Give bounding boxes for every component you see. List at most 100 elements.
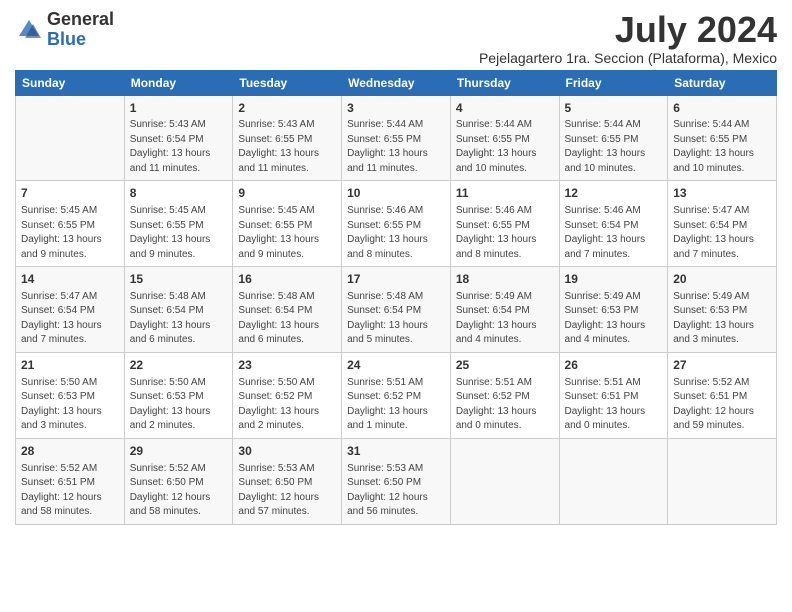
week-row-2: 7 Sunrise: 5:45 AMSunset: 6:55 PMDaylight… bbox=[16, 181, 777, 267]
logo: General Blue bbox=[15, 10, 114, 50]
week-row-4: 21Sunrise: 5:50 AMSunset: 6:53 PMDayligh… bbox=[16, 352, 777, 438]
calendar-cell: 28 Sunrise: 5:52 AMSunset: 6:51 PMDayligh… bbox=[16, 438, 125, 524]
header-cell-thursday: Thursday bbox=[450, 70, 559, 95]
calendar-cell: 25 Sunrise: 5:51 AMSunset: 6:52 PMDayligh… bbox=[450, 352, 559, 438]
calendar-cell: 13 Sunrise: 5:47 AMSunset: 6:54 PMDayligh… bbox=[668, 181, 777, 267]
day-info: Sunrise: 5:50 AMSunset: 6:53 PMDaylight:… bbox=[21, 376, 119, 434]
day-info: Sunrise: 5:51 AMSunset: 6:52 PMDaylight:… bbox=[456, 376, 554, 434]
day-info: Sunrise: 5:46 AMSunset: 6:54 PMDaylight:… bbox=[565, 204, 663, 262]
day-number: 29 bbox=[130, 443, 228, 460]
header-cell-tuesday: Tuesday bbox=[233, 70, 342, 95]
day-number: 9 bbox=[238, 185, 336, 202]
calendar-cell: 12Sunrise: 5:46 AMSunset: 6:54 PMDayligh… bbox=[559, 181, 668, 267]
day-number: 1 bbox=[130, 100, 228, 117]
calendar-cell bbox=[16, 95, 125, 181]
day-info: Sunrise: 5:52 AMSunset: 6:50 PMDaylight:… bbox=[130, 462, 228, 520]
day-info: Sunrise: 5:46 AMSunset: 6:55 PMDaylight:… bbox=[456, 204, 554, 262]
day-number: 22 bbox=[130, 357, 228, 374]
day-info: Sunrise: 5:51 AMSunset: 6:51 PMDaylight:… bbox=[565, 376, 663, 434]
calendar-body: 1Sunrise: 5:43 AMSunset: 6:54 PMDaylight… bbox=[16, 95, 777, 524]
day-info: Sunrise: 5:45 AMSunset: 6:55 PMDaylight:… bbox=[130, 204, 228, 262]
day-info: Sunrise: 5:47 AMSunset: 6:54 PMDaylight:… bbox=[21, 290, 119, 348]
logo-general: General bbox=[47, 9, 114, 29]
week-row-3: 14 Sunrise: 5:47 AMSunset: 6:54 PMDayligh… bbox=[16, 267, 777, 353]
calendar-cell: 16 Sunrise: 5:48 AMSunset: 6:54 PMDayligh… bbox=[233, 267, 342, 353]
day-info: Sunrise: 5:48 AMSunset: 6:54 PMDaylight:… bbox=[347, 290, 445, 348]
day-info: Sunrise: 5:48 AMSunset: 6:54 PMDaylight:… bbox=[130, 290, 228, 348]
day-info: Sunrise: 5:45 AMSunset: 6:55 PMDaylight:… bbox=[21, 204, 119, 262]
day-info: Sunrise: 5:51 AMSunset: 6:52 PMDaylight:… bbox=[347, 376, 445, 434]
calendar-cell: 1Sunrise: 5:43 AMSunset: 6:54 PMDaylight… bbox=[124, 95, 233, 181]
calendar-cell: 19 Sunrise: 5:49 AMSunset: 6:53 PMDayligh… bbox=[559, 267, 668, 353]
day-info: Sunrise: 5:48 AMSunset: 6:54 PMDaylight:… bbox=[238, 290, 336, 348]
header-row: SundayMondayTuesdayWednesdayThursdayFrid… bbox=[16, 70, 777, 95]
day-number: 30 bbox=[238, 443, 336, 460]
day-info: Sunrise: 5:46 AMSunset: 6:55 PMDaylight:… bbox=[347, 204, 445, 262]
day-number: 6 bbox=[673, 100, 771, 117]
calendar-cell: 2Sunrise: 5:43 AMSunset: 6:55 PMDaylight… bbox=[233, 95, 342, 181]
header-cell-monday: Monday bbox=[124, 70, 233, 95]
day-number: 13 bbox=[673, 185, 771, 202]
day-info: Sunrise: 5:44 AMSunset: 6:55 PMDaylight:… bbox=[565, 118, 663, 176]
main-title: July 2024 bbox=[479, 10, 777, 50]
calendar-cell: 29 Sunrise: 5:52 AMSunset: 6:50 PMDayligh… bbox=[124, 438, 233, 524]
logo-blue: Blue bbox=[47, 29, 86, 49]
calendar-cell: 4Sunrise: 5:44 AMSunset: 6:55 PMDaylight… bbox=[450, 95, 559, 181]
day-number: 3 bbox=[347, 100, 445, 117]
day-info: Sunrise: 5:49 AMSunset: 6:53 PMDaylight:… bbox=[673, 290, 771, 348]
day-number: 17 bbox=[347, 271, 445, 288]
day-number: 23 bbox=[238, 357, 336, 374]
calendar-cell: 20 Sunrise: 5:49 AMSunset: 6:53 PMDayligh… bbox=[668, 267, 777, 353]
calendar-cell: 23 Sunrise: 5:50 AMSunset: 6:52 PMDayligh… bbox=[233, 352, 342, 438]
calendar-cell: 15 Sunrise: 5:48 AMSunset: 6:54 PMDayligh… bbox=[124, 267, 233, 353]
day-info: Sunrise: 5:52 AMSunset: 6:51 PMDaylight:… bbox=[21, 462, 119, 520]
header: General Blue July 2024 Pejelagartero 1ra… bbox=[15, 10, 777, 66]
day-number: 24 bbox=[347, 357, 445, 374]
calendar-cell: 17 Sunrise: 5:48 AMSunset: 6:54 PMDayligh… bbox=[342, 267, 451, 353]
day-number: 20 bbox=[673, 271, 771, 288]
calendar-cell: 24 Sunrise: 5:51 AMSunset: 6:52 PMDayligh… bbox=[342, 352, 451, 438]
header-cell-saturday: Saturday bbox=[668, 70, 777, 95]
week-row-1: 1Sunrise: 5:43 AMSunset: 6:54 PMDaylight… bbox=[16, 95, 777, 181]
calendar-cell: 26 Sunrise: 5:51 AMSunset: 6:51 PMDayligh… bbox=[559, 352, 668, 438]
day-info: Sunrise: 5:49 AMSunset: 6:54 PMDaylight:… bbox=[456, 290, 554, 348]
calendar-cell: 5Sunrise: 5:44 AMSunset: 6:55 PMDaylight… bbox=[559, 95, 668, 181]
calendar-cell: 22Sunrise: 5:50 AMSunset: 6:53 PMDayligh… bbox=[124, 352, 233, 438]
day-number: 26 bbox=[565, 357, 663, 374]
calendar-table: SundayMondayTuesdayWednesdayThursdayFrid… bbox=[15, 70, 777, 525]
day-number: 10 bbox=[347, 185, 445, 202]
calendar-cell: 9 Sunrise: 5:45 AMSunset: 6:55 PMDaylight… bbox=[233, 181, 342, 267]
day-info: Sunrise: 5:43 AMSunset: 6:54 PMDaylight:… bbox=[130, 118, 228, 176]
calendar-cell: 18Sunrise: 5:49 AMSunset: 6:54 PMDayligh… bbox=[450, 267, 559, 353]
day-info: Sunrise: 5:47 AMSunset: 6:54 PMDaylight:… bbox=[673, 204, 771, 262]
calendar-cell: 11 Sunrise: 5:46 AMSunset: 6:55 PMDayligh… bbox=[450, 181, 559, 267]
day-number: 15 bbox=[130, 271, 228, 288]
day-number: 7 bbox=[21, 185, 119, 202]
calendar-cell: 31Sunrise: 5:53 AMSunset: 6:50 PMDayligh… bbox=[342, 438, 451, 524]
calendar-cell: 3Sunrise: 5:44 AMSunset: 6:55 PMDaylight… bbox=[342, 95, 451, 181]
calendar-cell: 21Sunrise: 5:50 AMSunset: 6:53 PMDayligh… bbox=[16, 352, 125, 438]
calendar-cell bbox=[559, 438, 668, 524]
day-number: 28 bbox=[21, 443, 119, 460]
day-number: 5 bbox=[565, 100, 663, 117]
day-number: 16 bbox=[238, 271, 336, 288]
day-info: Sunrise: 5:50 AMSunset: 6:52 PMDaylight:… bbox=[238, 376, 336, 434]
day-number: 19 bbox=[565, 271, 663, 288]
day-info: Sunrise: 5:43 AMSunset: 6:55 PMDaylight:… bbox=[238, 118, 336, 176]
day-info: Sunrise: 5:45 AMSunset: 6:55 PMDaylight:… bbox=[238, 204, 336, 262]
header-cell-friday: Friday bbox=[559, 70, 668, 95]
calendar-cell: 6Sunrise: 5:44 AMSunset: 6:55 PMDaylight… bbox=[668, 95, 777, 181]
header-cell-sunday: Sunday bbox=[16, 70, 125, 95]
day-number: 14 bbox=[21, 271, 119, 288]
day-number: 8 bbox=[130, 185, 228, 202]
day-number: 25 bbox=[456, 357, 554, 374]
day-info: Sunrise: 5:53 AMSunset: 6:50 PMDaylight:… bbox=[347, 462, 445, 520]
day-info: Sunrise: 5:53 AMSunset: 6:50 PMDaylight:… bbox=[238, 462, 336, 520]
day-info: Sunrise: 5:49 AMSunset: 6:53 PMDaylight:… bbox=[565, 290, 663, 348]
calendar-cell: 30 Sunrise: 5:53 AMSunset: 6:50 PMDayligh… bbox=[233, 438, 342, 524]
calendar-cell: 10 Sunrise: 5:46 AMSunset: 6:55 PMDayligh… bbox=[342, 181, 451, 267]
day-number: 11 bbox=[456, 185, 554, 202]
calendar-cell: 27Sunrise: 5:52 AMSunset: 6:51 PMDayligh… bbox=[668, 352, 777, 438]
subtitle: Pejelagartero 1ra. Seccion (Plataforma),… bbox=[479, 50, 777, 66]
title-area: July 2024 Pejelagartero 1ra. Seccion (Pl… bbox=[479, 10, 777, 66]
